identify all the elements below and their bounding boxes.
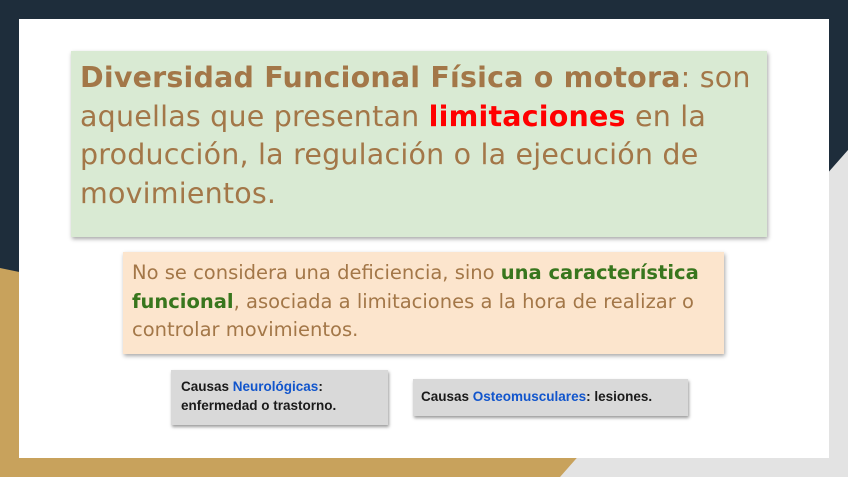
note-text-start: No se considera una deficiencia, sino <box>132 261 501 284</box>
cause-neurological-box: Causas Neurológicas: enfermedad o trasto… <box>171 370 388 425</box>
cause-prefix: Causas <box>181 379 233 394</box>
note-box: No se considera una deficiencia, sino un… <box>123 252 724 354</box>
definition-box: Diversidad Funcional Física o motora: so… <box>71 51 767 237</box>
cause-type: Neurológicas <box>232 379 319 394</box>
slide-canvas: Diversidad Funcional Física o motora: so… <box>19 19 829 458</box>
cause-osteomuscular-box: Causas Osteomusculares: lesiones. <box>413 379 688 416</box>
cause-type: Osteomusculares <box>472 389 587 404</box>
cause-description: : lesiones. <box>586 389 653 404</box>
definition-highlight: limitaciones <box>428 99 626 133</box>
cause-prefix: Causas <box>421 389 473 404</box>
definition-term: Diversidad Funcional Física o motora <box>80 61 681 94</box>
